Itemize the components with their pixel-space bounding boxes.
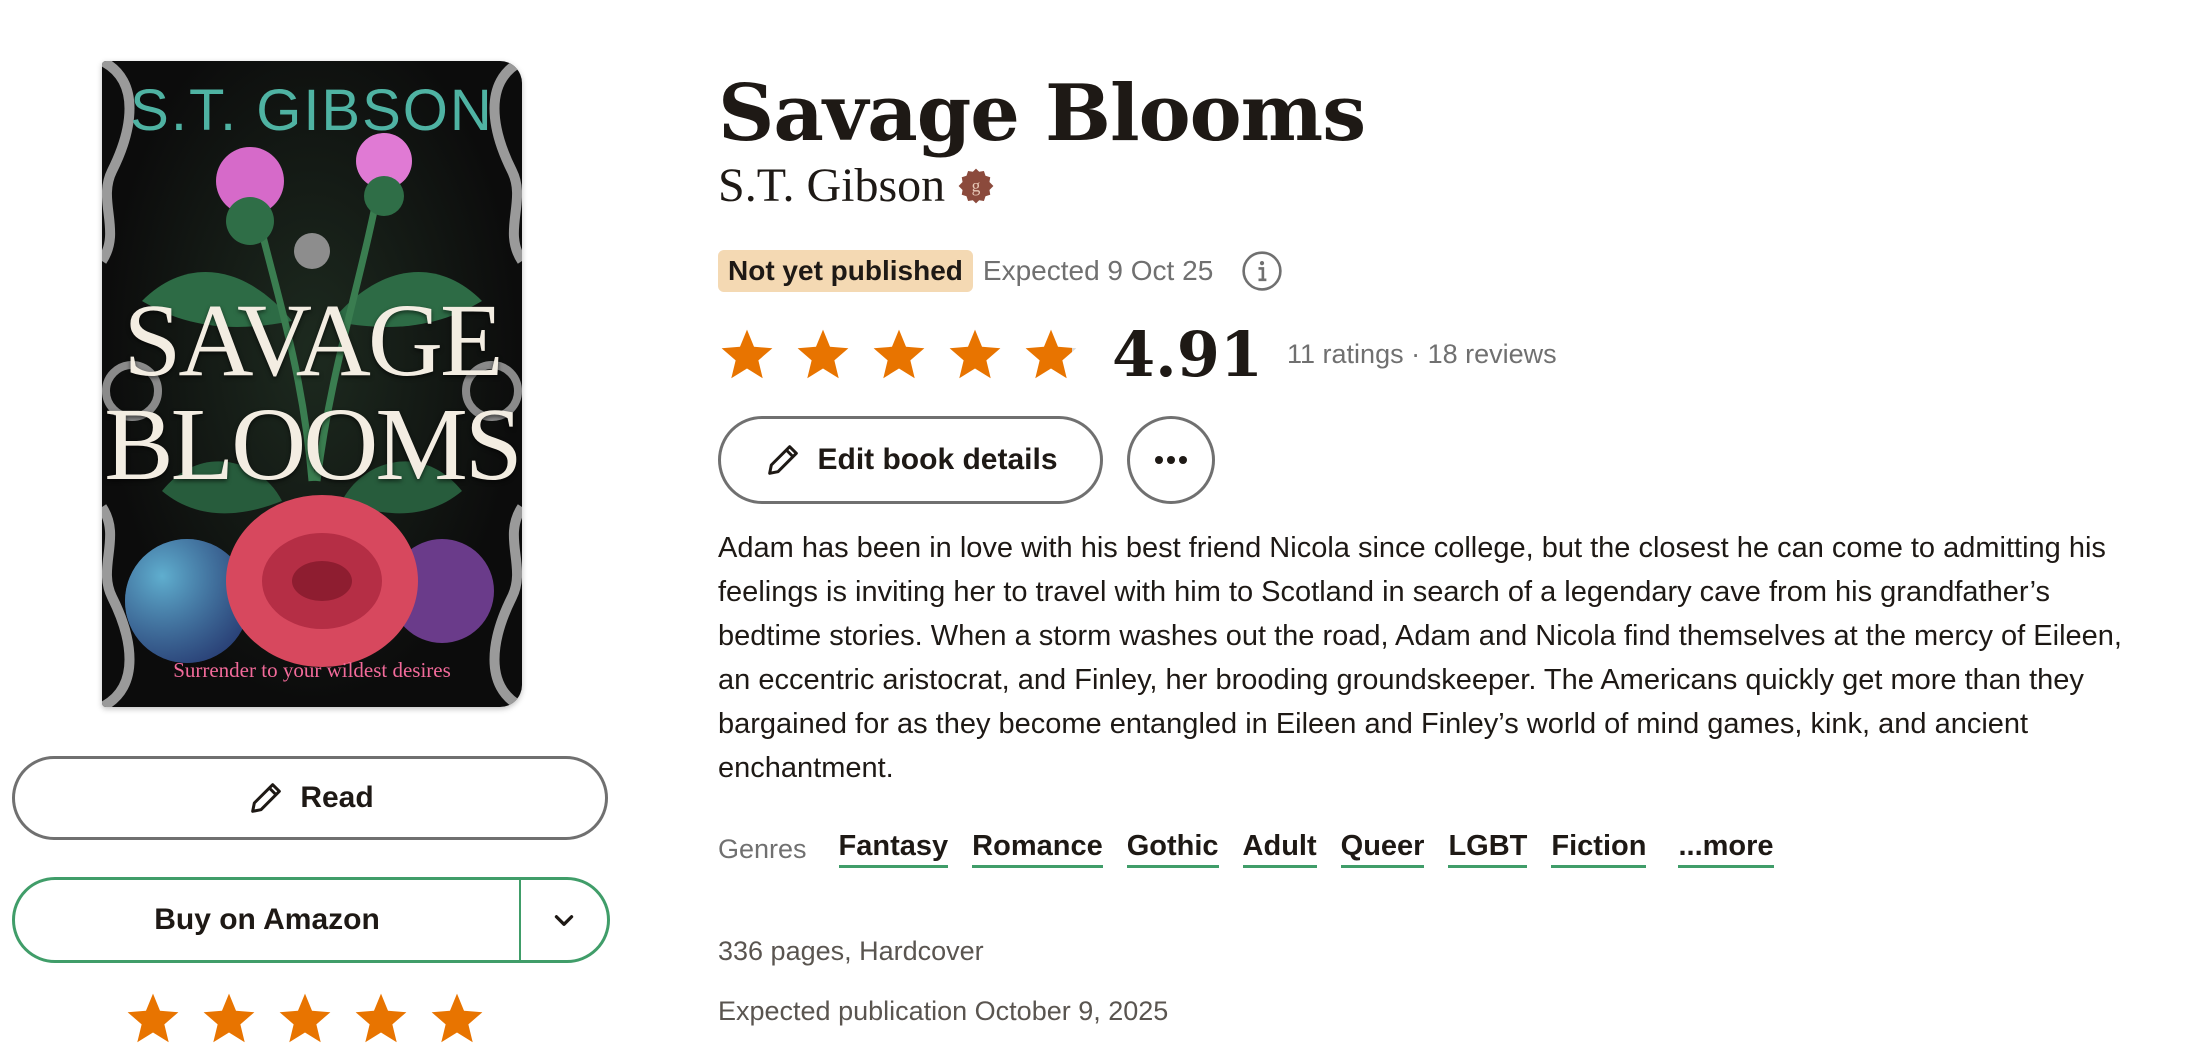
goodreads-author-badge-icon: g xyxy=(958,168,994,203)
page-count-format: 336 pages, Hardcover xyxy=(718,936,984,966)
average-rating-stars xyxy=(718,326,1080,384)
star-icon xyxy=(797,329,849,378)
buy-options-dropdown[interactable] xyxy=(521,880,607,960)
genre-link[interactable]: Fantasy xyxy=(838,830,949,868)
book-actions: Edit book details xyxy=(718,416,1215,504)
cover-author: S.T. GIBSON xyxy=(130,78,494,143)
author-link[interactable]: S.T. Gibson xyxy=(718,158,945,213)
read-button-label: Read xyxy=(300,781,374,814)
star-icon[interactable] xyxy=(276,990,334,1048)
star-icon xyxy=(721,329,773,378)
book-details: 336 pages, Hardcover Expected publicatio… xyxy=(718,936,1168,1056)
author-row: S.T. Gibson g xyxy=(718,158,995,213)
book-description: Adam has been in love with his best frie… xyxy=(718,532,2122,784)
publication-status-row: Not yet published Expected 9 Oct 25 xyxy=(718,250,1283,292)
ratings-reviews-count[interactable]: 11 ratings · 18 reviews xyxy=(1287,339,1557,370)
publication-date: Expected publication October 9, 2025 xyxy=(718,996,1169,1026)
rating-row: 4.91 11 ratings · 18 reviews xyxy=(718,318,1557,391)
read-button[interactable]: Read xyxy=(12,756,608,840)
genres-label: Genres xyxy=(718,833,807,864)
genre-link[interactable]: Gothic xyxy=(1126,830,1219,868)
ellipsis-icon xyxy=(1155,456,1187,464)
cover-title-line2: BLOOMS xyxy=(104,387,522,502)
genre-link[interactable]: Fiction xyxy=(1551,830,1647,868)
info-icon[interactable] xyxy=(1241,250,1283,292)
buy-amazon-button-group: Buy on Amazon xyxy=(12,877,610,963)
buy-amazon-button[interactable]: Buy on Amazon xyxy=(15,880,521,960)
status-badge: Not yet published xyxy=(718,250,973,292)
cover-title: SAVAGE BLOOMS xyxy=(102,289,522,497)
genre-link[interactable]: Queer xyxy=(1340,830,1425,868)
pencil-icon xyxy=(251,783,282,813)
cover-title-line1: SAVAGE xyxy=(123,283,504,398)
genres-row: Genres Fantasy Romance Gothic Adult Quee… xyxy=(718,830,1798,868)
expected-date: Expected 9 Oct 25 xyxy=(982,255,1214,286)
edit-book-details-label: Edit book details xyxy=(817,443,1058,476)
book-title: Savage Blooms xyxy=(718,68,1366,159)
star-icon xyxy=(949,329,1001,378)
star-icon[interactable] xyxy=(352,990,410,1048)
svg-text:g: g xyxy=(972,175,981,195)
star-icon xyxy=(873,329,925,378)
star-icon[interactable] xyxy=(200,990,258,1048)
partial-star-icon xyxy=(1025,329,1077,378)
chevron-down-icon xyxy=(554,915,574,926)
buy-amazon-label: Buy on Amazon xyxy=(154,903,380,936)
average-rating: 4.91 xyxy=(1112,318,1264,391)
cover-tagline: Surrender to your wildest desires xyxy=(173,658,451,682)
genre-link[interactable]: Romance xyxy=(972,830,1103,868)
genres-more-link[interactable]: ...more xyxy=(1678,830,1774,868)
more-options-button[interactable] xyxy=(1127,416,1215,504)
pencil-icon xyxy=(768,445,799,475)
genre-link[interactable]: LGBT xyxy=(1448,830,1528,868)
edit-book-details-button[interactable]: Edit book details xyxy=(718,416,1103,504)
book-cover[interactable]: S.T. GIBSON SAVAGE BLOOMS Surrender to y… xyxy=(102,61,522,707)
star-icon[interactable] xyxy=(428,990,486,1048)
genre-link[interactable]: Adult xyxy=(1242,830,1317,868)
star-icon[interactable] xyxy=(124,990,182,1048)
user-rating-stars[interactable] xyxy=(124,990,486,1048)
